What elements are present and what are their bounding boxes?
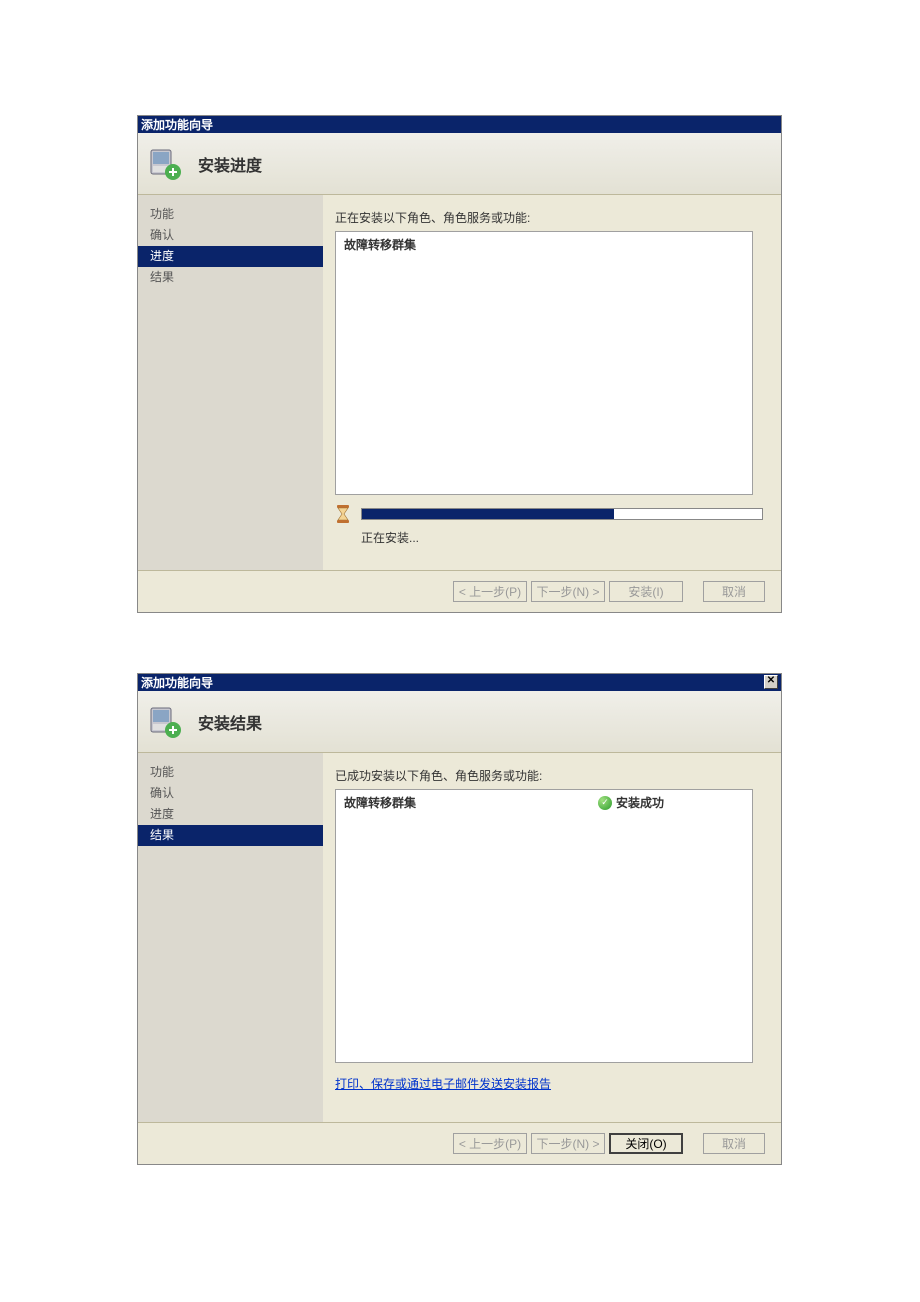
list-item: 故障转移群集 ✓ 安装成功 — [336, 790, 752, 815]
wizard-footer: < 上一步(P) 下一步(N) > 关闭(O) 取消 — [138, 1122, 781, 1164]
progress-bar — [361, 508, 763, 520]
content-prompt: 已成功安装以下角色、角色服务或功能: — [335, 767, 763, 784]
titlebar[interactable]: 添加功能向导 — [138, 116, 781, 133]
sidebar-item-results[interactable]: 结果 — [138, 825, 323, 846]
next-button: 下一步(N) > — [531, 581, 605, 602]
wizard-header: 安装进度 — [138, 133, 781, 195]
window-title: 添加功能向导 — [141, 116, 213, 133]
install-button: 安装(I) — [609, 581, 683, 602]
add-features-wizard-results: 添加功能向导 ✕ 安装结果 功能 确认 进度 结果 — [137, 673, 782, 1165]
wizard-header: 安装结果 — [138, 691, 781, 753]
sidebar-item-results[interactable]: 结果 — [138, 267, 323, 288]
prev-button: < 上一步(P) — [453, 581, 527, 602]
server-icon — [146, 703, 184, 741]
page-title: 安装进度 — [198, 152, 262, 176]
report-link[interactable]: 打印、保存或通过电子邮件发送安装报告 — [335, 1075, 551, 1092]
wizard-sidebar: 功能 确认 进度 结果 — [138, 195, 323, 570]
prev-button: < 上一步(P) — [453, 1133, 527, 1154]
cancel-button: 取消 — [703, 581, 765, 602]
next-button: 下一步(N) > — [531, 1133, 605, 1154]
success-icon: ✓ — [598, 796, 612, 810]
hourglass-icon — [335, 504, 351, 524]
progress-fill — [362, 509, 614, 519]
progress-status-text: 正在安装... — [335, 529, 763, 546]
feature-name: 故障转移群集 — [344, 794, 416, 811]
close-button[interactable]: 关闭(O) — [609, 1133, 683, 1154]
status-text: 安装成功 — [616, 794, 664, 811]
sidebar-item-progress[interactable]: 进度 — [138, 246, 323, 267]
list-item: 故障转移群集 — [336, 232, 752, 257]
close-button[interactable]: ✕ — [764, 675, 778, 689]
feature-list: 故障转移群集 — [335, 231, 753, 495]
titlebar[interactable]: 添加功能向导 ✕ — [138, 674, 781, 691]
sidebar-item-progress[interactable]: 进度 — [138, 804, 323, 825]
add-features-wizard-progress: 添加功能向导 安装进度 功能 确认 进度 结果 正在 — [137, 115, 782, 613]
server-icon — [146, 145, 184, 183]
sidebar-item-confirm[interactable]: 确认 — [138, 783, 323, 804]
feature-list: 故障转移群集 ✓ 安装成功 — [335, 789, 753, 1063]
wizard-sidebar: 功能 确认 进度 结果 — [138, 753, 323, 1122]
window-title: 添加功能向导 — [141, 674, 213, 691]
sidebar-item-features[interactable]: 功能 — [138, 762, 323, 783]
sidebar-item-features[interactable]: 功能 — [138, 204, 323, 225]
feature-name: 故障转移群集 — [344, 236, 416, 253]
content-prompt: 正在安装以下角色、角色服务或功能: — [335, 209, 763, 226]
page-title: 安装结果 — [198, 710, 262, 734]
cancel-button: 取消 — [703, 1133, 765, 1154]
wizard-footer: < 上一步(P) 下一步(N) > 安装(I) 取消 — [138, 570, 781, 612]
sidebar-item-confirm[interactable]: 确认 — [138, 225, 323, 246]
